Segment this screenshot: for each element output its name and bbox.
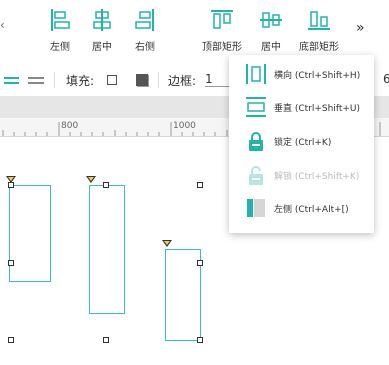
lock-icon — [244, 129, 268, 153]
fill-label: 填充: — [66, 74, 95, 88]
border-width-input[interactable]: 1 — [205, 72, 229, 87]
align-left-button[interactable]: 左侧 — [48, 6, 72, 58]
menu-item-left-panel[interactable]: 左侧 (Ctrl+Alt+[) — [229, 193, 374, 223]
fill-none-swatch[interactable] — [107, 75, 117, 85]
rotation-handle-icon[interactable] — [162, 240, 172, 247]
partial-field[interactable]: 6 — [383, 72, 389, 86]
align-middle-button[interactable]: 居中 — [259, 6, 283, 58]
align-right-button[interactable]: 右侧 — [133, 6, 157, 58]
distribute-vertical-icon — [244, 95, 268, 119]
selection-handle[interactable] — [103, 337, 109, 343]
align-left-label: 左侧 — [50, 42, 70, 53]
selection-handle[interactable] — [8, 337, 14, 343]
shape-rectangle[interactable] — [9, 185, 51, 282]
align-middle-label: 居中 — [261, 42, 281, 53]
align-right-label: 右侧 — [135, 42, 155, 53]
shape-rectangle[interactable] — [165, 249, 201, 341]
menu-item-unlock: 解锁 (Ctrl+Shift+K) — [229, 160, 374, 190]
selection-handle[interactable] — [197, 337, 203, 343]
more-icon[interactable]: » — [356, 20, 365, 36]
menu-item-distribute-vertical[interactable]: 垂直 (Ctrl+Shift+U) — [229, 92, 374, 122]
menu-item-distribute-horizontal[interactable]: 横向 (Ctrl+Shift+H) — [229, 59, 374, 89]
align-left-icon — [48, 6, 72, 34]
unlock-icon — [244, 163, 268, 187]
ruler-label: 800 — [61, 121, 79, 131]
menu-item-label: 左侧 (Ctrl+Alt+[) — [274, 204, 349, 215]
border-label: 边框: — [168, 74, 197, 88]
align-center-label: 居中 — [92, 42, 112, 53]
align-bottom-label: 底部矩形 — [299, 42, 339, 53]
align-center-icon — [90, 6, 114, 34]
align-right-icon — [133, 6, 157, 34]
align-top-label: 顶部矩形 — [202, 42, 242, 53]
selection-handle[interactable] — [103, 182, 109, 188]
align-top-icon — [210, 6, 234, 34]
menu-item-label: 锁定 (Ctrl+K) — [274, 137, 332, 148]
distribute-horizontal-icon — [244, 62, 268, 86]
left-panel-icon — [244, 196, 268, 220]
shape-rectangle[interactable] — [89, 185, 125, 314]
align-bottom-icon — [307, 6, 331, 34]
menu-item-label: 垂直 (Ctrl+Shift+U) — [274, 103, 361, 114]
divider — [54, 72, 55, 88]
selection-handle[interactable] — [197, 260, 203, 266]
rotation-handle-icon[interactable] — [86, 176, 96, 183]
divider — [158, 72, 159, 88]
menu-item-label: 横向 (Ctrl+Shift+H) — [274, 70, 361, 81]
align-bottom-button[interactable]: 底部矩形 — [299, 6, 339, 58]
arrange-menu: 横向 (Ctrl+Shift+H) 垂直 (Ctrl+Shift+U) 锁定 (… — [229, 55, 374, 233]
align-middle-icon — [259, 6, 283, 34]
align-top-button[interactable]: 顶部矩形 — [202, 6, 242, 58]
menu-item-lock[interactable]: 锁定 (Ctrl+K) — [229, 126, 374, 156]
align-center-button[interactable]: 居中 — [90, 6, 114, 58]
menu-item-label: 解锁 (Ctrl+Shift+K) — [274, 171, 360, 182]
line-style-icon[interactable] — [4, 76, 44, 86]
selection-handle[interactable] — [8, 182, 14, 188]
selection-handle[interactable] — [8, 260, 14, 266]
selection-handle[interactable] — [197, 182, 203, 188]
fill-shadow-swatch[interactable] — [136, 74, 148, 86]
ribbon: ‹ 左侧 居中 右侧 顶部矩形 居中 底部矩形 » — [0, 0, 389, 62]
ruler-label: 1000 — [173, 121, 196, 131]
scroll-left-icon[interactable]: ‹ — [0, 18, 5, 32]
